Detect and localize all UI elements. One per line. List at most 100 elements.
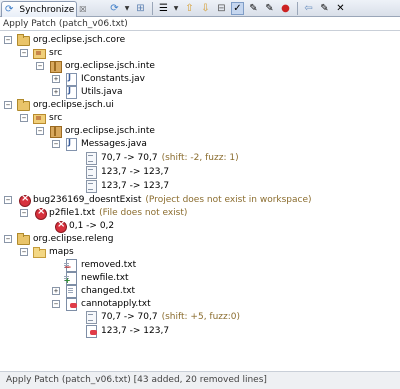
tree-item-hunk[interactable]: 70,7 -> 70,7 (shift: +5, fuzz:0): [84, 310, 241, 324]
file-label: p2file1.txt: [49, 207, 96, 218]
collapse-toggle-icon[interactable]: −: [52, 139, 60, 148]
tree-item-project[interactable]: − org.eclipse.releng: [4, 232, 113, 245]
back-icon[interactable]: ⇦: [302, 2, 315, 15]
down-arrow-icon[interactable]: ⇩: [199, 2, 212, 15]
tree-item-project[interactable]: − bug236169_doesntExist (Project does no…: [4, 193, 312, 207]
synchronize-icon: ⟳: [5, 3, 14, 15]
file-label: IConstants.jav: [81, 73, 146, 84]
tree-item-hunk[interactable]: 70,7 -> 70,7 (shift: -2, fuzz: 1): [84, 151, 239, 165]
tab-synchronize[interactable]: ⟳ Synchronize ☒: [1, 1, 86, 17]
tree-item-file[interactable]: + changed.txt: [52, 284, 136, 298]
conflict-hunk-icon: [84, 324, 98, 338]
pin-icon[interactable]: ⊞: [134, 2, 147, 15]
hunk-label: 123,7 -> 123,7: [101, 166, 170, 177]
collapse-toggle-icon[interactable]: −: [20, 247, 28, 256]
project-icon: [16, 33, 30, 46]
tree-item-folder[interactable]: − src: [20, 46, 62, 59]
file-label: removed.txt: [81, 259, 137, 270]
patch-header: Apply Patch (patch_v06.txt): [0, 17, 400, 31]
project-label: org.eclipse.releng: [33, 233, 114, 244]
tree-item-project[interactable]: − org.eclipse.jsch.ui: [4, 98, 114, 111]
expand-toggle-icon[interactable]: +: [52, 87, 60, 96]
tree-item-file[interactable]: removed.txt: [52, 258, 137, 272]
tree-item-file[interactable]: − p2file1.txt (File does not exist): [20, 206, 187, 220]
tree-item-file[interactable]: newfile.txt: [52, 271, 129, 285]
folder-label: src: [49, 47, 63, 58]
java-file-icon: [64, 72, 78, 86]
menu-icon[interactable]: ☰: [157, 2, 170, 15]
remove-icon[interactable]: ✕: [334, 2, 347, 15]
tree-item-hunk[interactable]: 123,7 -> 123,7: [84, 165, 170, 179]
tree-item-folder[interactable]: − src: [20, 111, 62, 124]
project-note: (Project does not exist in workspace): [145, 194, 312, 205]
tree-item-file[interactable]: + IConstants.jav: [52, 72, 146, 86]
tree-item-hunk[interactable]: 123,7 -> 123,7: [84, 324, 170, 338]
toolbar-separator: [152, 2, 153, 15]
collapse-toggle-icon[interactable]: −: [36, 61, 44, 70]
wrench-icon[interactable]: ✎: [247, 2, 260, 15]
collapse-toggle-icon[interactable]: −: [4, 100, 12, 109]
error-icon: [52, 219, 67, 233]
tree-item-hunk[interactable]: 0,1 -> 0,2: [52, 219, 115, 233]
folder-label: maps: [49, 246, 74, 257]
tool-icon[interactable]: ✓: [231, 2, 244, 15]
tab-label: Synchronize: [19, 4, 75, 15]
collapse-toggle-icon[interactable]: −: [4, 234, 12, 243]
file-label: cannotapply.txt: [81, 298, 151, 309]
expand-toggle-icon[interactable]: +: [52, 74, 60, 83]
wrench-icon[interactable]: ✎: [263, 2, 276, 15]
tree-item-package[interactable]: − org.eclipse.jsch.inte: [36, 124, 155, 138]
tree-item-file[interactable]: − cannotapply.txt: [52, 297, 151, 311]
hunk-label: 123,7 -> 123,7: [101, 180, 170, 191]
hunk-label: 0,1 -> 0,2: [69, 220, 115, 231]
project-label: org.eclipse.jsch.ui: [33, 99, 114, 110]
package-label: org.eclipse.jsch.inte: [65, 125, 155, 136]
hunk-note: (shift: +5, fuzz:0): [161, 311, 241, 322]
error-icon: [32, 206, 47, 220]
patch-tree[interactable]: − org.eclipse.jsch.core − src − org.ecli…: [0, 31, 400, 367]
project-label: bug236169_doesntExist: [33, 194, 142, 205]
collapse-toggle-icon[interactable]: −: [52, 299, 60, 308]
chevron-down-icon[interactable]: ▼: [124, 2, 130, 15]
tree-item-folder[interactable]: − maps: [20, 245, 74, 258]
source-folder-icon: [32, 112, 46, 124]
hunk-icon: [84, 310, 98, 324]
hunk-note: (shift: -2, fuzz: 1): [161, 152, 239, 163]
error-icon: [16, 193, 31, 207]
package-icon: [48, 125, 62, 138]
collapse-toggle-icon[interactable]: −: [36, 126, 44, 135]
tree-item-package[interactable]: − org.eclipse.jsch.inte: [36, 59, 155, 73]
up-arrow-icon[interactable]: ⇧: [183, 2, 196, 15]
tree-item-project[interactable]: − org.eclipse.jsch.core: [4, 33, 125, 46]
removed-file-icon: [64, 258, 78, 272]
java-file-icon: [64, 137, 78, 151]
chevron-down-icon[interactable]: ▼: [173, 2, 179, 15]
view-tab-bar: ⟳ Synchronize ☒ ⟳ ▼ ⊞ ☰ ▼ ⇧ ⇩ ⊟ ✓ ✎ ✎ ● …: [0, 0, 400, 17]
collapse-toggle-icon[interactable]: −: [4, 35, 12, 44]
hunk-label: 123,7 -> 123,7: [101, 325, 170, 336]
collapse-toggle-icon[interactable]: −: [4, 195, 12, 204]
folder-icon: [32, 246, 46, 258]
conflict-file-icon: [64, 297, 78, 311]
tree-item-hunk[interactable]: 123,7 -> 123,7: [84, 179, 170, 193]
file-label: newfile.txt: [81, 272, 129, 283]
collapse-toggle-icon[interactable]: −: [20, 208, 28, 217]
tree-item-file[interactable]: + Utils.java: [52, 85, 123, 99]
project-label: org.eclipse.jsch.core: [33, 34, 126, 45]
sync-icon[interactable]: ⟳: [108, 2, 121, 15]
project-icon: [16, 232, 30, 245]
pin-editor-icon[interactable]: ✎: [318, 2, 331, 15]
tree-item-file[interactable]: − Messages.java: [52, 137, 147, 151]
collapse-icon[interactable]: ⊟: [215, 2, 228, 15]
package-icon: [48, 60, 62, 73]
changed-file-icon: [64, 284, 78, 298]
collapse-toggle-icon[interactable]: −: [20, 113, 28, 122]
close-icon[interactable]: ☒: [79, 5, 86, 14]
toolbar-separator: [297, 2, 298, 15]
stop-icon[interactable]: ●: [279, 2, 292, 15]
expand-toggle-icon[interactable]: +: [52, 286, 60, 295]
folder-label: src: [49, 112, 63, 123]
status-bar: Apply Patch (patch_v06.txt) [43 added, 2…: [0, 371, 400, 389]
file-label: changed.txt: [81, 285, 136, 296]
collapse-toggle-icon[interactable]: −: [20, 48, 28, 57]
